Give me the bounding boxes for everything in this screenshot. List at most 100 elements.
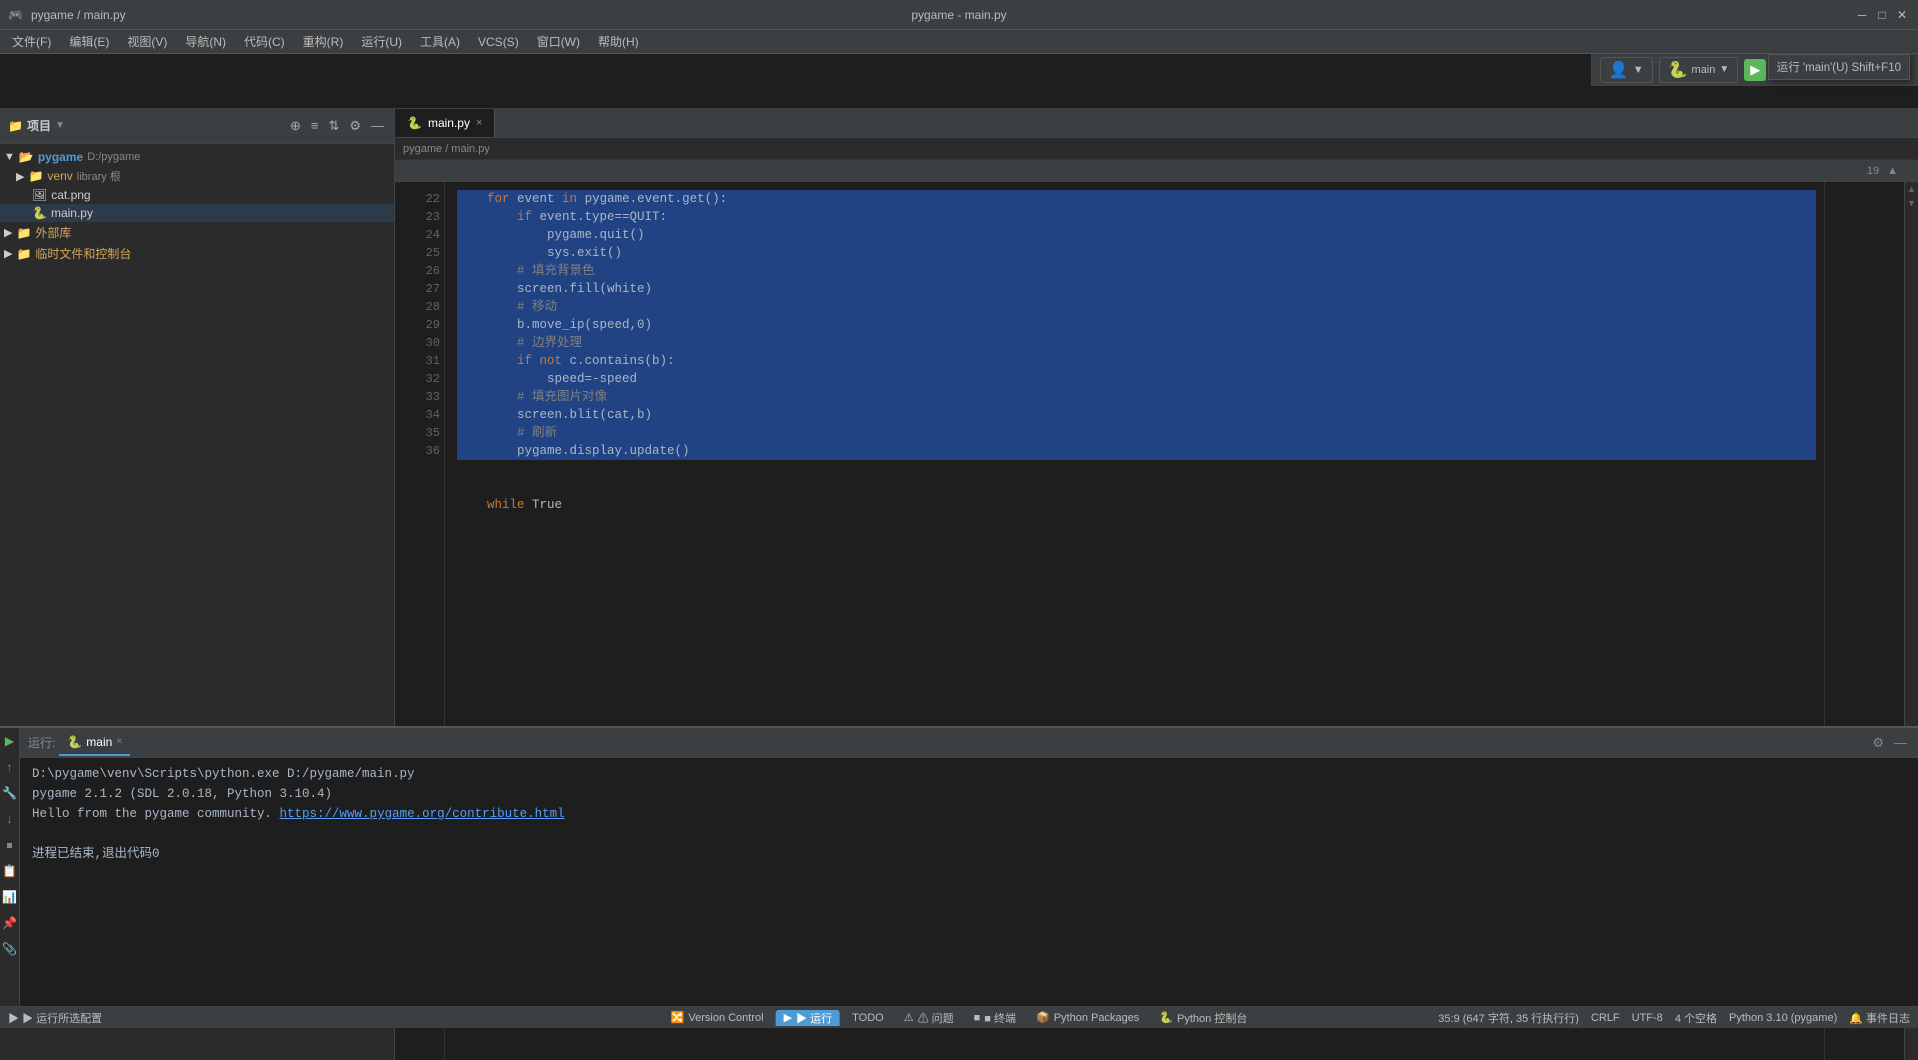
menu-vcs[interactable]: VCS(S) — [470, 33, 527, 51]
menu-run[interactable]: 运行(U) — [353, 31, 410, 52]
terminal-icon: ■ — [974, 1012, 981, 1024]
user-button[interactable]: 👤 ▼ — [1600, 57, 1653, 83]
console-icon: 🐍 — [1159, 1011, 1173, 1024]
run-config-status[interactable]: ▶ ▶ 运行所选配置 — [8, 1010, 102, 1026]
run-tab-main[interactable]: 🐍 main × — [59, 730, 130, 756]
run-copy-icon[interactable]: 📋 — [1, 862, 19, 880]
tab-main-py[interactable]: 🐍 main.py × — [395, 109, 495, 137]
code-line-26: # 填充背景色 — [457, 262, 1816, 280]
code-line-23: if event.type==QUIT: — [457, 208, 1816, 226]
run-pin-icon[interactable]: 📌 — [1, 914, 19, 932]
python-version[interactable]: Python 3.10 (pygame) — [1729, 1012, 1837, 1024]
code-line-28: # 移动 — [457, 298, 1816, 316]
bottom-tabs: 🔀 Version Control ▶ ▶ 运行 TODO ⚠ ⚠ 问题 ■ ■… — [663, 1010, 1256, 1026]
cursor-position[interactable]: 35:9 (647 字符, 35 行执行行) — [1438, 1010, 1579, 1026]
tree-ext-expand-icon: ▶ — [4, 226, 12, 239]
minimize-button[interactable]: ─ — [1854, 7, 1870, 23]
line-num-36: 36 — [403, 442, 440, 460]
tab-terminal[interactable]: ■ ■ 终端 — [966, 1010, 1024, 1026]
line-num-22: 22 — [403, 190, 440, 208]
menu-file[interactable]: 文件(F) — [4, 31, 59, 52]
run-toolbar-right: ⚙ — — [1869, 733, 1910, 753]
run-line-4 — [32, 824, 1906, 844]
menu-code[interactable]: 代码(C) — [236, 31, 293, 52]
hide-icon[interactable]: — — [369, 116, 386, 135]
titlebar-buttons: ─ □ ✕ — [1854, 7, 1910, 23]
menu-view[interactable]: 视图(V) — [119, 31, 175, 52]
tree-label-main-py: main.py — [51, 206, 93, 220]
code-line-38 — [457, 478, 1816, 496]
run-settings-icon[interactable]: ⚙ — [1869, 733, 1887, 753]
code-line-35: # 刷新 — [457, 424, 1816, 442]
line-num-30: 30 — [403, 334, 440, 352]
run-tab-close-icon[interactable]: × — [116, 736, 122, 747]
tree-item-external-libs[interactable]: ▶ 📁 外部库 — [0, 222, 394, 243]
menu-tools[interactable]: 工具(A) — [412, 31, 468, 52]
event-log[interactable]: 🔔 事件日志 — [1849, 1010, 1910, 1026]
line-num-34: 34 — [403, 406, 440, 424]
close-button[interactable]: ✕ — [1894, 7, 1910, 23]
collapse-icon[interactable]: ≡ — [309, 116, 321, 135]
config-dropdown[interactable]: 🐍 main ▼ — [1659, 57, 1739, 83]
run-button[interactable]: ▶ — [1744, 59, 1766, 81]
tree-venv-expand-icon: ▶ — [16, 170, 24, 183]
bottom-left-toolbar: ▶ ↑ 🔧 ↓ ⏹ 📋 📊 📌 📎 — [0, 728, 20, 1006]
tooltip-text: 运行 'main'(U) Shift+F10 — [1777, 62, 1901, 74]
code-line-31: if not c.contains(b): — [457, 352, 1816, 370]
scroll-down-icon[interactable]: ▼ — [1907, 198, 1916, 208]
run-contribute-link[interactable]: https://www.pygame.org/contribute.html — [280, 807, 565, 821]
tree-item-scratches[interactable]: ▶ 📁 临时文件和控制台 — [0, 243, 394, 264]
run-chart-icon[interactable]: 📊 — [1, 888, 19, 906]
terminal-label: ■ 终端 — [984, 1010, 1016, 1026]
tab-todo[interactable]: TODO — [844, 1012, 892, 1024]
run-wrench-icon[interactable]: 🔧 — [1, 784, 19, 802]
tree-item-main-py[interactable]: 🐍 main.py — [0, 204, 394, 222]
run-pin2-icon[interactable]: 📎 — [1, 940, 19, 958]
code-line-32: speed=-speed — [457, 370, 1816, 388]
project-toolbar: 📁 项目 ▼ ⊕ ≡ ⇅ ⚙ — — [0, 108, 394, 144]
play-icon-status: ▶ — [8, 1013, 19, 1025]
tree-item-venv[interactable]: ▶ 📁 venv library 根 — [0, 166, 394, 186]
menu-refactor[interactable]: 重构(R) — [295, 31, 352, 52]
indent[interactable]: 4 个空格 — [1675, 1010, 1717, 1026]
run-tab-bar: 运行: 🐍 main × ⚙ — — [20, 728, 1918, 758]
line-num-24: 24 — [403, 226, 440, 244]
menu-help[interactable]: 帮助(H) — [590, 31, 647, 52]
tab-close-icon[interactable]: × — [476, 117, 482, 129]
menu-window[interactable]: 窗口(W) — [529, 31, 588, 52]
tab-python-packages[interactable]: 📦 Python Packages — [1028, 1011, 1147, 1024]
user-icon: 👤 — [1609, 60, 1629, 80]
run-down-icon[interactable]: ↓ — [1, 810, 19, 828]
encoding[interactable]: UTF-8 — [1632, 1012, 1663, 1024]
breadcrumb: pygame / main.py — [395, 138, 1918, 160]
tree-item-cat-png[interactable]: 🖼 cat.png — [0, 186, 394, 204]
tree-img-icon: 🖼 — [32, 188, 47, 202]
tab-problems[interactable]: ⚠ ⚠ 问题 — [896, 1010, 962, 1026]
line-num-25: 25 — [403, 244, 440, 262]
run-play-icon[interactable]: ▶ — [1, 732, 19, 750]
tab-version-control[interactable]: 🔀 Version Control — [663, 1011, 772, 1024]
tab-run[interactable]: ▶ ▶ 运行 — [776, 1010, 841, 1026]
line-num-29: 29 — [403, 316, 440, 334]
run-minimize-icon[interactable]: — — [1891, 733, 1910, 752]
tree-scratch-folder-icon: 📁 — [16, 247, 31, 261]
console-label: Python 控制台 — [1177, 1010, 1247, 1026]
code-line-33: # 填充图片对像 — [457, 388, 1816, 406]
maximize-button[interactable]: □ — [1874, 7, 1890, 23]
line-ending[interactable]: CRLF — [1591, 1012, 1620, 1024]
statusbar-left: ▶ ▶ 运行所选配置 — [8, 1010, 102, 1026]
run-tab-label: main — [86, 735, 112, 749]
gear-icon[interactable]: ⚙ — [347, 116, 363, 136]
run-stop-icon[interactable]: ⏹ — [1, 836, 19, 854]
line-num-27: 27 — [403, 280, 440, 298]
expand-icon[interactable]: ⇅ — [326, 116, 341, 136]
menu-navigate[interactable]: 导航(N) — [177, 31, 234, 52]
run-output: D:\pygame\venv\Scripts\python.exe D:/pyg… — [20, 758, 1918, 1006]
scroll-up-icon[interactable]: ▲ — [1907, 184, 1916, 194]
menu-edit[interactable]: 编辑(E) — [61, 31, 117, 52]
code-line-22: for event in pygame.event.get(): — [457, 190, 1816, 208]
tab-python-console[interactable]: 🐍 Python 控制台 — [1151, 1010, 1255, 1026]
tree-item-pygame[interactable]: ▼ 📂 pygame D:/pygame — [0, 148, 394, 166]
locate-icon[interactable]: ⊕ — [288, 116, 303, 136]
run-up-icon[interactable]: ↑ — [1, 758, 19, 776]
